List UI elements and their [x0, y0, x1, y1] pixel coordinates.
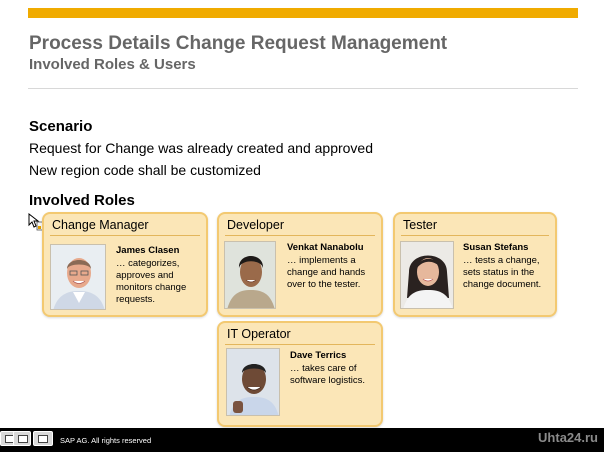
- person-photo-icon: [226, 348, 280, 416]
- role-title: Change Manager: [52, 218, 149, 232]
- role-card-tester: Tester Susan Stefans … tests a change, s…: [393, 212, 557, 317]
- title-divider: [28, 88, 578, 89]
- person-description: … takes care of software logistics.: [290, 363, 365, 386]
- person-description: … implements a change and hands over to …: [287, 255, 366, 290]
- person-photo-icon: [224, 241, 276, 309]
- card-divider: [225, 235, 375, 236]
- card-divider: [50, 235, 200, 236]
- role-title: Tester: [403, 218, 438, 232]
- person-photo-icon: [400, 241, 454, 309]
- person-name: Venkat Nanabolu: [287, 242, 364, 253]
- page-title: Process Details Change Request Managemen…: [29, 33, 448, 54]
- scenario-line-1: Request for Change was already created a…: [29, 140, 373, 156]
- copyright-text: SAP AG. All rights reserved: [60, 436, 152, 445]
- card-divider: [401, 235, 549, 236]
- nav-button-icon[interactable]: [13, 431, 31, 446]
- watermark: Uhta24.ru: [538, 430, 598, 445]
- page-subtitle: Involved Roles & Users: [29, 56, 196, 73]
- role-card-change-manager: Change Manager James Clasen … categorize…: [42, 212, 208, 317]
- person-name: Dave Terrics: [290, 350, 347, 361]
- accent-bar: [28, 8, 578, 18]
- person-photo-icon: [50, 244, 106, 310]
- person-name: Susan Stefans: [463, 242, 529, 253]
- role-card-it-operator: IT Operator Dave Terrics … takes care of…: [217, 321, 383, 427]
- nav-next-button[interactable]: [33, 431, 53, 446]
- role-title: IT Operator: [227, 327, 291, 341]
- scenario-line-2: New region code shall be customized: [29, 162, 261, 178]
- role-card-developer: Developer Venkat Nanabolu … implements a…: [217, 212, 383, 317]
- slide: Process Details Change Request Managemen…: [0, 0, 604, 452]
- person-description: … tests a change, sets status in the cha…: [463, 255, 542, 290]
- person-name: James Clasen: [116, 245, 180, 256]
- person-description: … categorizes, approves and monitors cha…: [116, 258, 187, 305]
- card-divider: [225, 344, 375, 345]
- roles-heading: Involved Roles: [29, 192, 135, 209]
- role-title: Developer: [227, 218, 284, 232]
- scenario-heading: Scenario: [29, 118, 93, 135]
